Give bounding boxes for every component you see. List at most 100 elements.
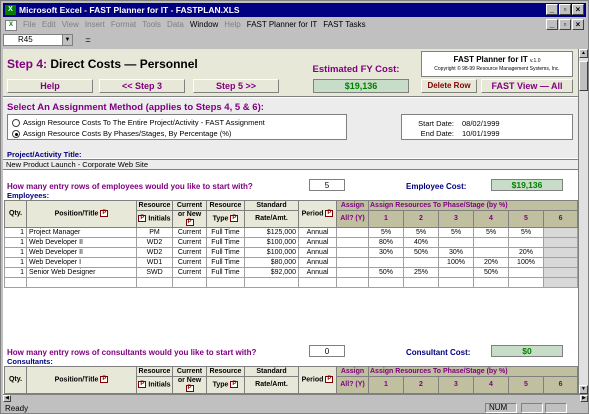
menu-window[interactable]: Window [187, 18, 221, 32]
cell-period[interactable]: Annual [298, 247, 337, 259]
cell-phase-4[interactable]: 5% [473, 227, 509, 239]
cell-type[interactable]: Full Time [206, 237, 245, 249]
minimize-button[interactable]: _ [546, 4, 558, 15]
cell-rate[interactable]: $125,000 [244, 227, 299, 239]
prev-step-button[interactable]: << Step 3 [99, 79, 185, 93]
cell-status[interactable]: Current [172, 237, 207, 249]
empty-cell[interactable] [542, 277, 578, 289]
cell-phase-3[interactable] [438, 267, 474, 279]
empty-cell[interactable] [368, 277, 404, 289]
delete-row-button[interactable]: Delete Row [421, 79, 477, 93]
flag-icon[interactable]: P [100, 376, 109, 383]
cell-title[interactable]: Project Manager [26, 227, 137, 239]
radio-by-percentage[interactable] [12, 129, 20, 138]
chevron-down-icon[interactable]: ▼ [62, 35, 72, 45]
empty-cell[interactable] [172, 277, 207, 289]
cell-status[interactable]: Current [172, 227, 207, 239]
cell-initials[interactable]: WD2 [136, 247, 173, 259]
cell-assign-all[interactable] [336, 247, 369, 259]
menu-edit[interactable]: Edit [39, 18, 59, 32]
menu-tools[interactable]: Tools [139, 18, 164, 32]
flag-icon[interactable]: P [325, 210, 334, 217]
cell-period[interactable]: Annual [298, 237, 337, 249]
cell-rate[interactable]: $92,000 [244, 267, 299, 279]
cell-qty[interactable]: 1 [4, 257, 27, 269]
cell-type[interactable]: Full Time [206, 247, 245, 259]
radio-fast-assignment[interactable] [12, 118, 20, 127]
cell-phase-5[interactable]: 5% [508, 227, 544, 239]
cell-phase-1[interactable]: 5% [368, 227, 404, 239]
cell-phase-4[interactable]: 50% [473, 267, 509, 279]
equals-button[interactable]: = [77, 34, 99, 46]
cell-title[interactable]: Senior Web Designer [26, 267, 137, 279]
flag-icon[interactable]: P [325, 376, 334, 383]
next-step-button[interactable]: Step 5 >> [193, 79, 279, 93]
cell-phase-6[interactable] [542, 267, 578, 279]
empty-cell[interactable] [4, 277, 27, 289]
cell-qty[interactable]: 1 [4, 237, 27, 249]
scroll-left-icon[interactable]: ◀ [3, 395, 11, 402]
empty-cell[interactable] [508, 277, 544, 289]
cell-period[interactable]: Annual [298, 257, 337, 269]
option-fast-assignment[interactable]: Assign Resource Costs To The Entire Proj… [12, 118, 265, 127]
maximize-button[interactable]: ▫ [559, 4, 571, 15]
cell-status[interactable]: Current [172, 257, 207, 269]
cell-phase-4[interactable] [473, 237, 509, 249]
cell-initials[interactable]: PM [136, 227, 173, 239]
empty-cell[interactable] [336, 277, 369, 289]
cell-initials[interactable]: SWD [136, 267, 173, 279]
table-row[interactable]: 1 Project Manager PM Current Full Time $… [4, 227, 578, 239]
cell-phase-5[interactable]: 100% [508, 257, 544, 269]
empty-cell[interactable] [26, 277, 137, 289]
cell-assign-all[interactable] [336, 227, 369, 239]
cell-type[interactable]: Full Time [206, 227, 245, 239]
cell-title[interactable]: Web Developer II [26, 237, 137, 249]
cell-phase-1[interactable]: 50% [368, 267, 404, 279]
cell-initials[interactable]: WD1 [136, 257, 173, 269]
cell-rate[interactable]: $100,000 [244, 247, 299, 259]
cell-assign-all[interactable] [336, 257, 369, 269]
flag-icon[interactable]: P [185, 219, 194, 226]
empty-cell[interactable] [438, 277, 474, 289]
flag-icon[interactable]: P [138, 215, 147, 222]
cell-qty[interactable]: 1 [4, 267, 27, 279]
scroll-thumb[interactable] [579, 61, 588, 91]
scroll-down-icon[interactable]: ▼ [579, 385, 588, 394]
consultant-rows-input[interactable]: 0 [309, 345, 345, 357]
name-box[interactable]: R45 ▼ [3, 34, 73, 46]
flag-icon[interactable]: P [100, 210, 109, 217]
cell-qty[interactable]: 1 [4, 247, 27, 259]
cell-period[interactable]: Annual [298, 227, 337, 239]
cell-phase-2[interactable]: 50% [403, 247, 439, 259]
doc-minimize-button[interactable]: _ [546, 19, 558, 30]
cell-rate[interactable]: $100,000 [244, 237, 299, 249]
empty-cell[interactable] [403, 277, 439, 289]
empty-cell[interactable] [473, 277, 509, 289]
vertical-scrollbar[interactable]: ▲ ▼ [578, 49, 588, 394]
scroll-right-icon[interactable]: ▶ [580, 395, 588, 402]
cell-initials[interactable]: WD2 [136, 237, 173, 249]
table-row[interactable]: 1 Web Developer II WD2 Current Full Time… [4, 247, 578, 259]
menu-fast-tasks[interactable]: FAST Tasks [320, 18, 368, 32]
project-title-value[interactable]: New Product Launch - Corporate Web Site [3, 159, 578, 170]
cell-phase-3[interactable]: 5% [438, 227, 474, 239]
flag-icon[interactable]: P [230, 381, 239, 388]
menu-data[interactable]: Data [164, 18, 187, 32]
cell-phase-2[interactable] [403, 257, 439, 269]
close-button[interactable]: × [572, 4, 584, 15]
cell-phase-6[interactable] [542, 237, 578, 249]
flag-icon[interactable]: P [138, 381, 147, 388]
horizontal-scrollbar[interactable]: ◀ ▶ [3, 394, 588, 402]
flag-icon[interactable]: P [230, 215, 239, 222]
cell-phase-6[interactable] [542, 257, 578, 269]
cell-phase-1[interactable]: 80% [368, 237, 404, 249]
cell-phase-2[interactable]: 25% [403, 267, 439, 279]
cell-phase-5[interactable]: 20% [508, 247, 544, 259]
empty-cell[interactable] [298, 277, 337, 289]
help-button[interactable]: Help [7, 79, 93, 93]
cell-title[interactable]: Web Developer II [26, 247, 137, 259]
fast-view-button[interactable]: FAST View — All [481, 79, 573, 93]
table-row[interactable]: 1 Senior Web Designer SWD Current Full T… [4, 267, 578, 279]
menu-fast-planner[interactable]: FAST Planner for IT [244, 18, 321, 32]
cell-type[interactable]: Full Time [206, 267, 245, 279]
